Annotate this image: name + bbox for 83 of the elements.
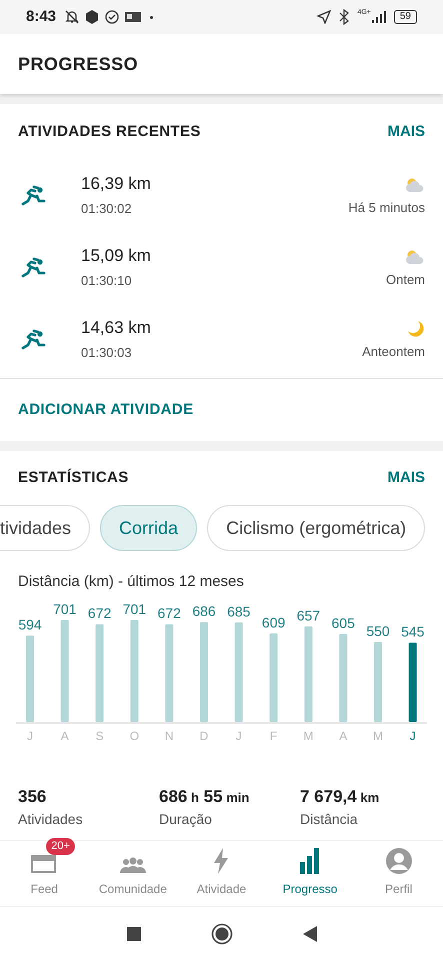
- activity-row[interactable]: 15,09 km 01:30:10 Ontem: [0, 232, 443, 304]
- window-icon: [30, 852, 58, 874]
- bar-value-label: 657: [296, 606, 320, 623]
- bar-value-label: 701: [53, 600, 76, 616]
- bar-value-label: 545: [401, 623, 424, 640]
- summary-label: Atividades: [18, 810, 84, 828]
- activity-time: Há 5 minutos: [348, 199, 425, 217]
- filter-chip[interactable]: Corrida: [100, 505, 198, 551]
- bar-value-label: 701: [122, 600, 146, 616]
- bar[interactable]: [96, 624, 104, 722]
- bar-value-label: 594: [18, 616, 42, 632]
- activity-distance: 16,39 km: [81, 173, 152, 195]
- section-title: ATIVIDADES RECENTES: [18, 122, 201, 142]
- more-link[interactable]: MAIS: [388, 466, 425, 490]
- nav-tab[interactable]: 20+ Feed: [0, 841, 89, 906]
- axis-label: F: [270, 728, 278, 742]
- summary-value: 686 h 55 min: [159, 786, 250, 808]
- bar[interactable]: [408, 642, 417, 722]
- avatar-icon: [386, 848, 412, 874]
- bar-chart-icon: [300, 848, 320, 874]
- bluetooth-icon: [339, 9, 350, 25]
- section-title: ESTATÍSTICAS: [18, 468, 129, 488]
- bar[interactable]: [130, 620, 138, 722]
- activity-distance: 15,09 km: [81, 245, 152, 267]
- bar-value-label: 609: [262, 614, 286, 630]
- location-icon: [317, 10, 332, 24]
- bar-value-label: 550: [366, 622, 390, 638]
- activity-duration: 01:30:10: [81, 272, 133, 290]
- axis-label: O: [130, 728, 140, 742]
- recents-button[interactable]: [126, 926, 140, 940]
- axis-label: D: [200, 728, 208, 742]
- axis-label: A: [60, 728, 69, 742]
- bar[interactable]: [339, 633, 348, 722]
- back-button[interactable]: [302, 926, 316, 942]
- activity-time: Ontem: [386, 271, 425, 289]
- battery-indicator: 59: [394, 10, 417, 24]
- check-circle-icon: [104, 9, 120, 25]
- add-activity-button[interactable]: ADICIONAR ATIVIDADE: [18, 398, 194, 422]
- bar-value-label: 605: [332, 614, 355, 630]
- nav-tab[interactable]: Progresso: [266, 841, 354, 906]
- summary-value: 7 679,4 km: [300, 786, 380, 808]
- axis-label: N: [164, 728, 174, 742]
- bar-value-label: 672: [88, 604, 112, 621]
- summary-label: Distância: [300, 810, 359, 828]
- activity-row[interactable]: 16,39 km 01:30:02 Há 5 minutos: [0, 160, 443, 232]
- bar[interactable]: [270, 632, 278, 722]
- axis-label: J: [236, 728, 242, 742]
- axis-label: S: [96, 728, 104, 742]
- people-icon: [118, 856, 147, 874]
- axis-label: M: [303, 728, 314, 742]
- bar[interactable]: [234, 622, 243, 722]
- bar[interactable]: [304, 626, 312, 722]
- axis-label: M: [373, 728, 383, 742]
- nav-tab[interactable]: Atividade: [177, 841, 266, 906]
- more-link[interactable]: MAIS: [388, 120, 425, 144]
- activity-duration: 01:30:02: [81, 200, 133, 218]
- lightning-icon: [213, 848, 230, 874]
- summary-label: Duração: [159, 810, 213, 828]
- filter-chip[interactable]: tividades: [0, 505, 90, 551]
- activity-row[interactable]: 14,63 km 01:30:03 Anteontem: [0, 304, 443, 376]
- bar-value-label: 685: [227, 602, 250, 619]
- bar[interactable]: [60, 620, 69, 722]
- activity-time: Anteontem: [362, 343, 425, 361]
- activity-distance: 14,63 km: [81, 317, 152, 339]
- axis-label: J: [410, 728, 416, 742]
- axis-label: J: [27, 728, 33, 742]
- summary-value: 356: [18, 786, 48, 808]
- bar-value-label: 686: [192, 602, 216, 619]
- chart-title: Distância (km) - últimos 12 meses: [17, 572, 245, 592]
- home-button[interactable]: [210, 922, 232, 944]
- nav-tab[interactable]: Perfil: [354, 841, 443, 906]
- signal-icon: [372, 11, 386, 23]
- notification-badge: 20+: [46, 838, 75, 855]
- bar-value-label: 672: [158, 604, 181, 621]
- axis-label: A: [339, 728, 348, 742]
- page-title: PROGRESSO: [18, 52, 138, 76]
- nav-tab[interactable]: Comunidade: [88, 841, 178, 906]
- filter-chip[interactable]: Ciclismo (ergométrica): [207, 505, 426, 551]
- activity-duration: 01:30:03: [81, 344, 133, 362]
- bar[interactable]: [165, 624, 174, 722]
- hexagon-icon: [84, 9, 100, 25]
- clock: 8:43: [26, 6, 56, 27]
- muted-bell-icon: [64, 9, 80, 25]
